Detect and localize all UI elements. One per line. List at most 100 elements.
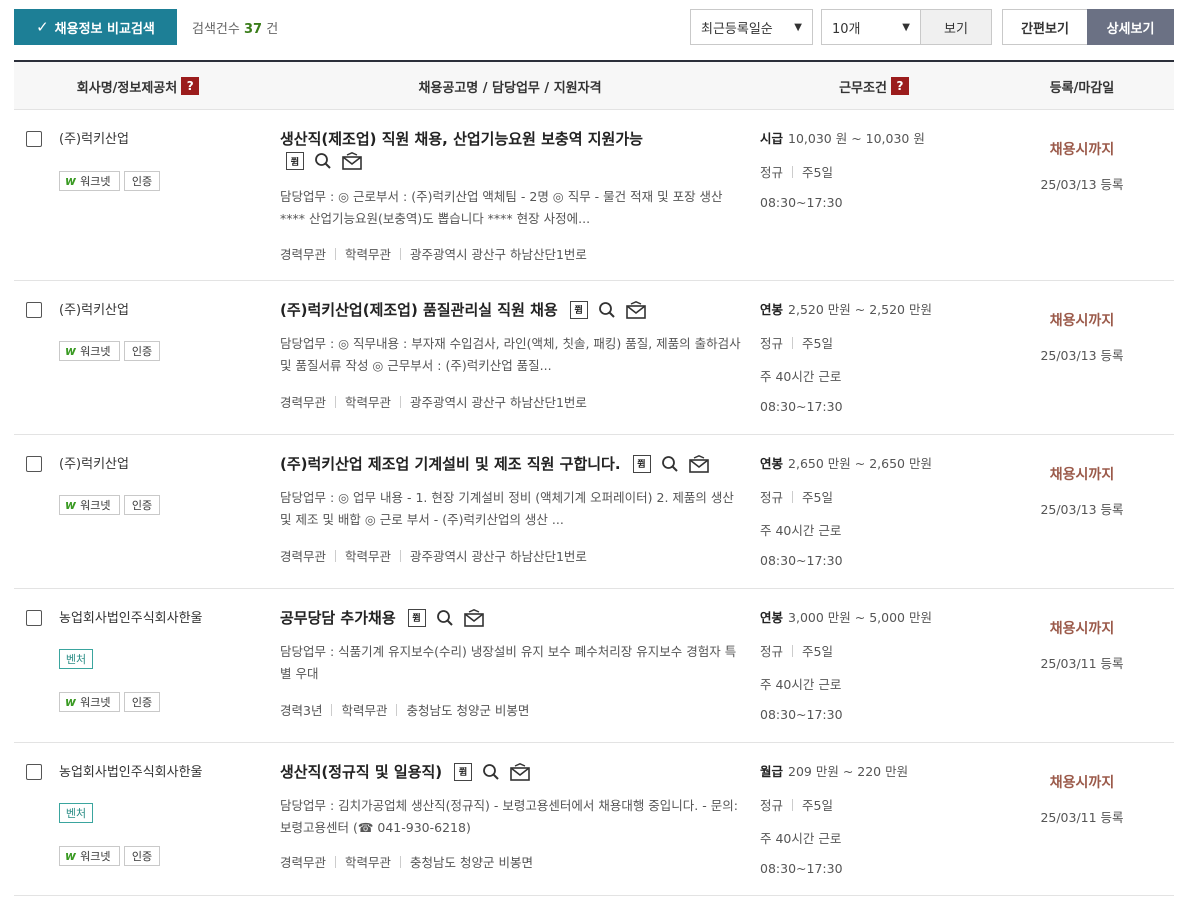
pay-range: 2,650 만원 ~ 2,650 만원 <box>788 456 932 471</box>
posting-qualifications: 경력무관 학력무관 광주광역시 광산구 하남산단1번로 <box>280 392 587 411</box>
memo-icon[interactable]: 쮬 <box>569 300 588 319</box>
pay-range: 209 만원 ~ 220 만원 <box>788 764 909 779</box>
detail-view-button[interactable]: 상세보기 <box>1087 9 1174 45</box>
pay-type: 시급 <box>760 131 784 146</box>
sort-select[interactable]: 최근등록일순 ▼ <box>690 9 813 45</box>
career-requirement: 경력무관 <box>280 395 327 410</box>
work-location: 충청남도 청양군 비봉면 <box>410 855 533 870</box>
registered-date: 25/03/13 등록 <box>1040 502 1124 517</box>
search-icon[interactable] <box>661 455 679 473</box>
worknet-tag: w 워크넷 <box>59 692 120 712</box>
row-checkbox[interactable] <box>26 456 42 472</box>
worknet-tag: w 워크넷 <box>59 495 120 515</box>
education-requirement: 학력무관 <box>345 247 392 262</box>
work-location: 광주광역시 광산구 하남산단1번로 <box>410 549 587 564</box>
posting-title[interactable]: 생산직(제조업) 직원 채용, 산업기능요원 보충역 지원가능 <box>280 128 643 149</box>
mail-icon[interactable] <box>510 762 530 781</box>
posting-title-link[interactable]: (주)럭키산업(제조업) 품질관리실 직원 채용 <box>280 299 558 320</box>
worknet-tag: w 워크넷 <box>59 341 120 361</box>
search-icon[interactable] <box>436 609 454 627</box>
company-name[interactable]: (주)럭키산업 <box>59 299 129 318</box>
pay-range: 2,520 만원 ~ 2,520 만원 <box>788 302 932 317</box>
row-checkbox[interactable] <box>26 131 42 147</box>
posting-qualifications: 경력무관 학력무관 충청남도 청양군 비봉면 <box>280 852 533 871</box>
worknet-logo-icon: w <box>65 695 77 709</box>
mail-icon[interactable] <box>625 300 646 319</box>
worknet-logo-icon: w <box>65 174 77 188</box>
employment-type: 정규 <box>760 644 784 659</box>
simple-view-button[interactable]: 간편보기 <box>1002 9 1088 45</box>
search-icon[interactable] <box>482 763 500 781</box>
mail-icon[interactable] <box>463 608 484 627</box>
pay-condition: 연봉 2,650 만원 ~ 2,650 만원 <box>760 453 932 472</box>
worknet-tag-label: 워크넷 <box>80 345 111 358</box>
venture-tag: 벤처 <box>59 649 93 669</box>
work-week: 주5일 <box>802 490 833 505</box>
search-icon[interactable] <box>314 152 332 170</box>
posting-qualifications: 경력3년 학력무관 충청남도 청양군 비봉면 <box>280 700 529 719</box>
compare-search-button[interactable]: ✓ 채용정보 비교검색 <box>14 9 177 45</box>
pay-condition: 월급 209 만원 ~ 220 만원 <box>760 761 908 780</box>
company-name[interactable]: 농업회사법인주식회사한울 <box>59 607 203 626</box>
posting-title-link[interactable]: 생산직(정규직 및 일용직) <box>280 761 442 782</box>
column-header-dates-label: 등록/마감일 <box>1049 80 1115 96</box>
certified-tag: 인증 <box>124 341 160 361</box>
education-requirement: 학력무관 <box>345 855 392 870</box>
deadline: 채용시까지 <box>1049 142 1115 158</box>
per-page-select[interactable]: 10개 ▼ <box>821 9 921 45</box>
table-row: (주)럭키산업 w 워크넷 인증 (주)럭키산업(제조업) 품질관리실 직원 채… <box>14 281 1174 435</box>
toolbar: ✓ 채용정보 비교검색 검색건수 37 건 최근등록일순 ▼ 10개 ▼ 보기 … <box>14 9 1174 45</box>
work-week: 주5일 <box>802 644 833 659</box>
worknet-logo-icon: w <box>65 498 77 512</box>
career-requirement: 경력3년 <box>280 703 323 718</box>
company-name[interactable]: (주)럭키산업 <box>59 453 129 472</box>
posting-duty: 담당업무 : 김치가공업체 생산직(정규직) - 보령고용센터에서 채용대행 중… <box>280 798 738 835</box>
registered-date: 25/03/11 등록 <box>1040 656 1124 671</box>
memo-icon[interactable]: 쮬 <box>286 152 304 170</box>
work-time: 08:30~17:30 <box>760 195 843 210</box>
company-name[interactable]: 농업회사법인주식회사한울 <box>59 761 203 780</box>
weekly-hours: 주 40시간 근로 <box>760 831 842 846</box>
weekly-hours: 주 40시간 근로 <box>760 369 842 384</box>
row-checkbox[interactable] <box>26 610 42 626</box>
column-header-posting-label: 채용공고명 / 담당업무 / 지원자격 <box>418 80 602 96</box>
worknet-tag: w 워크넷 <box>59 846 120 866</box>
row-checkbox[interactable] <box>26 764 42 780</box>
pay-type: 연봉 <box>760 610 784 625</box>
posting-duty: 담당업무 : 식품기계 유지보수(수리) 냉장설비 유지 보수 폐수처리장 유지… <box>280 644 737 681</box>
company-name[interactable]: (주)럭키산업 <box>59 128 129 147</box>
employment-type: 정규 <box>760 798 784 813</box>
column-header-conditions: 근무조건 ? <box>758 62 990 110</box>
work-week: 주5일 <box>802 165 833 180</box>
memo-icon[interactable]: 쮬 <box>454 762 473 781</box>
memo-icon[interactable]: 쮬 <box>407 608 426 627</box>
employment-type: 정규 <box>760 165 784 180</box>
view-button[interactable]: 보기 <box>920 9 992 45</box>
chevron-down-icon: ▼ <box>902 21 910 33</box>
worknet-tag-label: 워크넷 <box>80 499 111 512</box>
mail-icon[interactable] <box>688 454 709 473</box>
employment-condition: 정규 주5일 <box>760 162 833 181</box>
worknet-tag-label: 워크넷 <box>80 175 111 188</box>
memo-icon[interactable]: 쮬 <box>632 454 651 473</box>
column-header-company-label: 회사명/정보제공처 <box>76 80 178 96</box>
row-checkbox[interactable] <box>26 302 42 318</box>
worknet-logo-icon: w <box>65 849 77 863</box>
registered-date: 25/03/11 등록 <box>1040 810 1124 825</box>
deadline: 채용시까지 <box>1049 775 1115 791</box>
posting-title-link[interactable]: 공무당담 추가채용 <box>280 607 396 628</box>
weekly-hours: 주 40시간 근로 <box>760 677 842 692</box>
per-page-select-value: 10개 <box>832 21 861 37</box>
work-location: 광주광역시 광산구 하남산단1번로 <box>410 247 587 262</box>
search-icon[interactable] <box>598 301 616 319</box>
posting-icons: 쮬 <box>454 762 530 781</box>
posting-title-link[interactable]: (주)럭키산업 제조업 기계설비 및 제조 직원 구합니다. <box>280 453 621 474</box>
career-requirement: 경력무관 <box>280 247 327 262</box>
posting-title: (주)럭키산업 제조업 기계설비 및 제조 직원 구합니다. 쮬 <box>280 453 709 474</box>
mail-icon[interactable] <box>342 152 362 170</box>
help-icon[interactable]: ? <box>890 77 909 95</box>
help-icon[interactable]: ? <box>181 77 200 95</box>
deadline: 채용시까지 <box>1049 621 1115 637</box>
work-time: 08:30~17:30 <box>760 707 843 722</box>
chevron-down-icon: ▼ <box>794 21 802 33</box>
